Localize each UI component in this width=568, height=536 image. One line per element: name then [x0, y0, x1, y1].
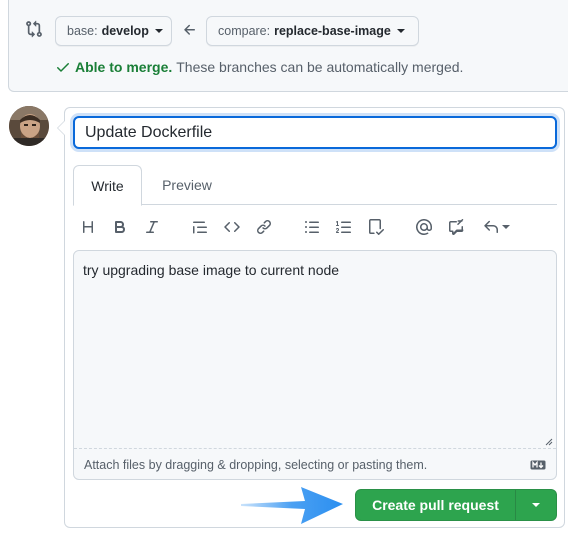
- saved-reply-icon[interactable]: [481, 218, 511, 236]
- editor-tabs: Write Preview: [73, 165, 557, 206]
- annotation-arrow-icon: [241, 487, 343, 524]
- heading-icon[interactable]: [79, 218, 97, 236]
- base-branch-select[interactable]: base: develop: [55, 16, 172, 46]
- resize-handle-icon[interactable]: [545, 438, 553, 446]
- check-icon: [57, 63, 69, 72]
- pr-body-textarea[interactable]: try upgrading base image to current node: [74, 251, 556, 449]
- pull-request-form: Write Preview: [57, 107, 565, 528]
- link-icon[interactable]: [255, 218, 273, 236]
- compare-branch-value: replace-base-image: [274, 24, 391, 38]
- pr-title-input[interactable]: [73, 116, 557, 149]
- chevron-down-icon: [532, 503, 540, 507]
- base-branch-label: base:: [67, 24, 98, 38]
- git-compare-icon: [26, 20, 42, 38]
- code-icon[interactable]: [223, 218, 241, 236]
- merge-status: Able to merge. These branches can be aut…: [55, 59, 463, 75]
- arrow-left-icon: [184, 24, 195, 35]
- avatar[interactable]: [9, 106, 49, 146]
- create-pull-request-main[interactable]: Create pull request: [356, 490, 516, 520]
- attach-files-text[interactable]: Attach files by dragging & dropping, sel…: [84, 458, 427, 472]
- chevron-down-icon: [501, 225, 510, 229]
- create-pull-request-button: Create pull request: [355, 489, 557, 521]
- ordered-list-icon[interactable]: [335, 218, 353, 236]
- user-photo-icon: [9, 106, 49, 146]
- mention-icon[interactable]: [415, 218, 433, 236]
- merge-status-text: These branches can be automatically merg…: [176, 59, 464, 75]
- markdown-toolbar: [73, 208, 557, 248]
- tab-write[interactable]: Write: [73, 165, 142, 206]
- bold-icon[interactable]: [111, 218, 129, 236]
- task-list-icon[interactable]: [367, 218, 385, 236]
- compare-branch-label: compare:: [218, 24, 271, 38]
- italic-icon[interactable]: [143, 218, 161, 236]
- quote-icon[interactable]: [191, 218, 209, 236]
- base-branch-value: develop: [101, 24, 149, 38]
- pr-body-container: try upgrading base image to current node…: [73, 250, 557, 480]
- cross-reference-icon[interactable]: [447, 218, 465, 236]
- branch-compare-bar: base: develop compare: replace-base-imag…: [8, 0, 568, 92]
- create-pull-request-dropdown[interactable]: [516, 490, 556, 520]
- markdown-icon[interactable]: [530, 459, 546, 471]
- unordered-list-icon[interactable]: [303, 218, 321, 236]
- tab-preview[interactable]: Preview: [151, 165, 223, 205]
- chevron-down-icon: [154, 29, 163, 33]
- compare-branch-select[interactable]: compare: replace-base-image: [206, 16, 419, 46]
- merge-ok-label: Able to merge.: [75, 59, 173, 75]
- chevron-down-icon: [396, 29, 405, 33]
